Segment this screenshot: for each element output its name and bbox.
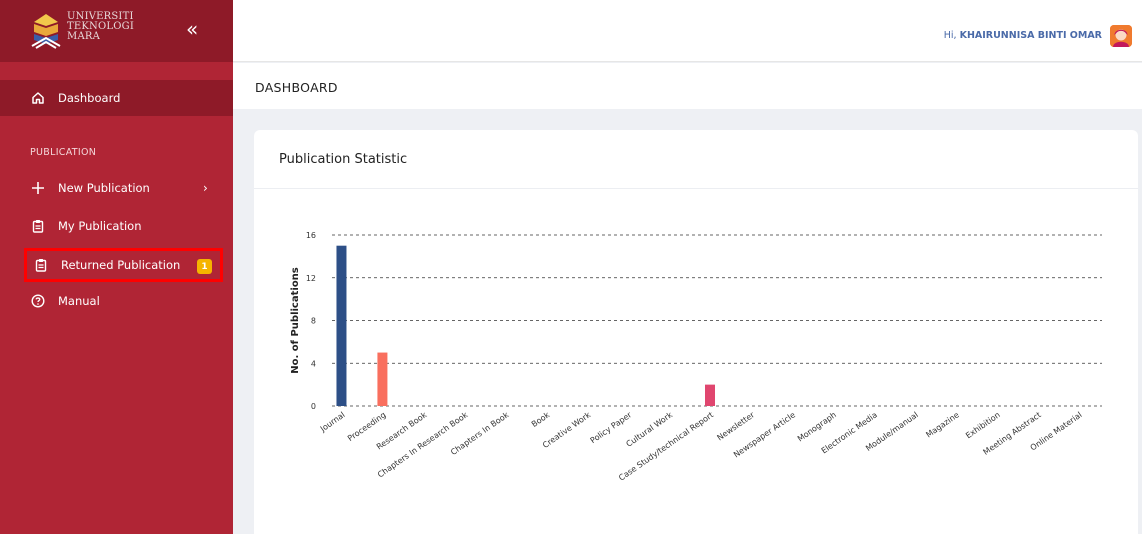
logo-area: UNIVERSITI TEKNOLOGI MARA « [0,0,233,62]
bar-case-study-technical-report [705,384,715,406]
publication-bar-chart: 0 4 8 12 16 No. of Publications Journal Proceed… [290,231,1102,483]
top-bar: Hi, KHAIRUNNISA BINTI OMAR [233,0,1142,62]
sidebar-item-label: My Publication [58,219,142,233]
sidebar-item-manual[interactable]: Manual [0,283,233,319]
brand-line-3: MARA [67,31,101,42]
y-tick-label: 16 [306,231,316,240]
sidebar-item-label: Returned Publication [61,258,181,272]
greeting-prefix: Hi, [943,30,960,41]
avatar[interactable] [1110,25,1132,47]
x-tick-label: Exhibition [964,410,1002,440]
sidebar-item-new-publication[interactable]: New Publication › [0,170,233,206]
plus-icon [30,180,46,196]
y-tick-label: 8 [311,317,316,326]
sidebar-item-label: Manual [58,294,100,308]
card-header: Publication Statistic [254,130,1138,189]
y-tick-label: 12 [306,274,316,283]
collapse-sidebar-button[interactable]: « [186,19,198,39]
home-icon [30,90,46,106]
x-tick-label: Book [530,410,552,429]
sidebar-item-label: Dashboard [58,91,121,105]
card-title: Publication Statistic [279,152,408,167]
y-tick-label: 0 [311,402,316,411]
x-tick-label: Magazine [924,410,961,439]
clipboard-icon [30,218,46,234]
y-axis-label: No. of Publications [290,267,301,374]
publication-statistic-card: Publication Statistic 0 4 8 12 16 No. of Publ… [254,130,1138,534]
sidebar: UNIVERSITI TEKNOLOGI MARA « Dashboard PU… [0,0,233,534]
clipboard-icon [33,257,49,273]
x-tick-label: Newsletter [716,410,757,443]
sidebar-item-label: New Publication [58,181,150,195]
sidebar-section-label: PUBLICATION [30,147,97,158]
bar-journal [336,245,347,406]
page-header: DASHBOARD [233,63,1142,109]
user-name: KHAIRUNNISA BINTI OMAR [959,30,1102,41]
x-tick-label: Journal [318,410,347,434]
page-title: DASHBOARD [255,80,338,95]
bar-proceeding [377,352,388,406]
returned-count-badge: 1 [197,259,212,274]
sidebar-item-my-publication[interactable]: My Publication [0,208,233,244]
double-chevron-left-icon: « [186,17,199,41]
user-greeting[interactable]: Hi, KHAIRUNNISA BINTI OMAR [944,30,1102,41]
question-circle-icon [30,293,46,309]
user-avatar-icon [1110,25,1132,47]
sidebar-item-dashboard[interactable]: Dashboard [0,80,233,116]
y-tick-label: 4 [311,359,316,368]
university-name: UNIVERSITI TEKNOLOGI MARA [67,12,134,42]
x-tick-label: Proceeding [346,410,388,443]
university-crest-icon [31,14,61,49]
sidebar-item-returned-publication[interactable]: Returned Publication 1 [24,248,223,282]
chevron-right-icon: › [203,181,208,195]
